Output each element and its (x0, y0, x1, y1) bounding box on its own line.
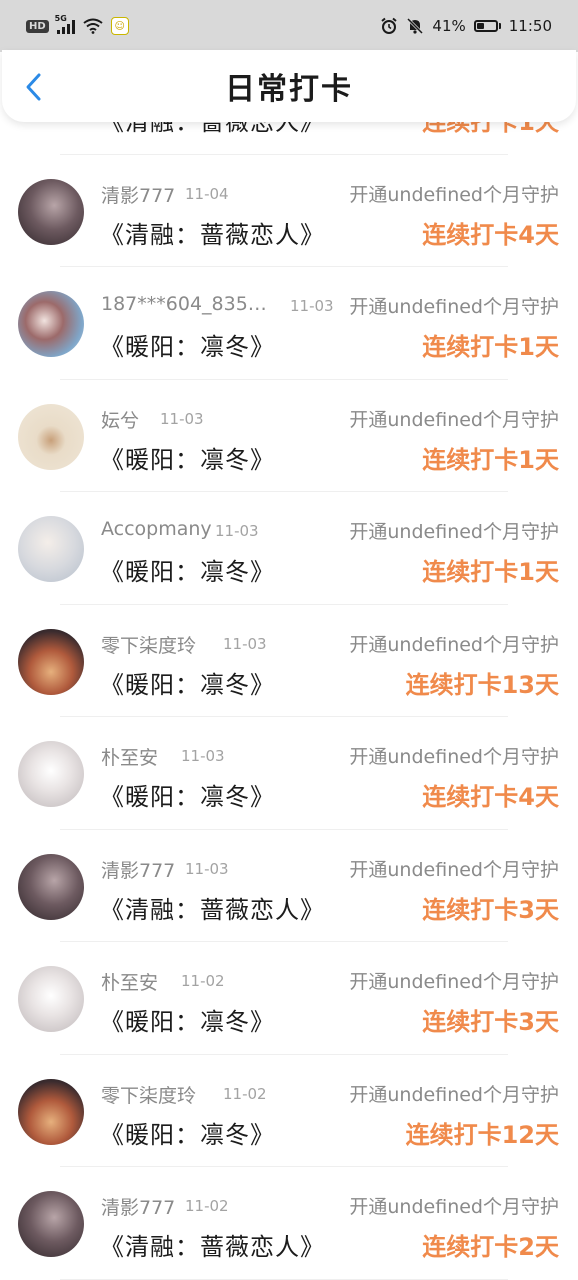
book-title[interactable]: 《暖阳：凛冬》 (100, 327, 275, 362)
book-title[interactable]: 《暖阳：凛冬》 (100, 1115, 275, 1150)
app-notification-icon: ☺ (110, 17, 129, 35)
guard-status: 开通undefined个月守护 (349, 296, 559, 318)
guard-status: 开通undefined个月守护 (349, 858, 559, 881)
streak-label: 连续打卡13天 (405, 670, 559, 699)
battery-icon (473, 20, 501, 32)
book-title[interactable]: 《清融：蔷薇恋人》 (100, 215, 325, 250)
chevron-left-icon (26, 73, 41, 101)
book-title[interactable]: 《暖阳：凛冬》 (100, 665, 275, 700)
streak-label: 连续打卡1天 (422, 558, 559, 586)
guard-status: 开通undefined个月守护 (349, 1196, 559, 1218)
status-bar-left: HD 5G ☺ (26, 14, 129, 35)
avatar[interactable] (18, 853, 84, 920)
guard-status: 开通undefined个月守护 (349, 971, 559, 993)
avatar[interactable] (18, 966, 84, 1032)
list-item[interactable]: 妘兮 11-03 开通undefined个月守护《暖阳：凛冬》 连续打卡1天 (0, 380, 578, 492)
user-name: 朴至安 (101, 972, 159, 994)
book-title[interactable]: 《清融：蔷薇恋人》 (100, 890, 325, 925)
avatar[interactable] (18, 403, 84, 470)
streak-label: 连续打卡2天 (422, 1233, 559, 1261)
list-item[interactable]: 清影777 11-04 开通undefined个月守护《清融：蔷薇恋人》 连续打卡4天 (0, 155, 578, 267)
alarm-icon (381, 17, 398, 34)
checkin-date: 11-02 (185, 1197, 229, 1215)
checkin-date: 11-03 (215, 522, 259, 540)
page-title: 日常打卡 (225, 72, 353, 107)
list-item[interactable]: 零下柒度玲 11-02 开通undefined个月守护《暖阳：凛冬》 连续打卡12天 (0, 1055, 578, 1167)
page-header: 日常打卡 (2, 50, 576, 122)
guard-status: 开通undefined个月守护 (349, 746, 559, 768)
checkin-date: 11-03 (185, 859, 229, 878)
streak-label: 连续打卡3天 (422, 895, 559, 924)
user-name: 妘兮 (101, 409, 140, 432)
user-name: 零下柒度玲 (101, 1084, 197, 1107)
checkin-list[interactable]: 《清融：蔷薇恋人》 连续打卡1天 清影777 11-04 开通undefined个月守护… (0, 42, 578, 1280)
user-name: 清影777 (101, 1197, 176, 1219)
avatar[interactable] (18, 291, 84, 357)
checkin-date: 11-02 (181, 972, 225, 990)
user-name: 187***604_83584··· (101, 293, 271, 315)
streak-label: 连续打卡1天 (422, 333, 559, 361)
avatar[interactable] (18, 741, 84, 807)
hd-icon: HD (26, 19, 49, 33)
list-item[interactable]: 187***604_83584··· 11-03 开通undefined个月守护《暖… (0, 267, 578, 380)
list-item[interactable]: 朴至安 11-02 开通undefined个月守护《暖阳：凛冬》 连续打卡3天 (0, 942, 578, 1055)
streak-label: 连续打卡12天 (405, 1120, 559, 1149)
avatar[interactable] (18, 1191, 84, 1257)
user-name: 零下柒度玲 (101, 634, 197, 657)
guard-status: 开通undefined个月守护 (349, 408, 559, 431)
book-title[interactable]: 《暖阳：凛冬》 (100, 1002, 275, 1037)
checkin-date: 11-04 (185, 184, 229, 203)
book-title[interactable]: 《暖阳：凛冬》 (100, 552, 275, 587)
user-name: Accopmany (101, 518, 212, 540)
avatar[interactable] (18, 516, 84, 582)
checkin-date: 11-03 (160, 409, 204, 428)
checkin-date: 11-03 (290, 297, 334, 315)
guard-status: 开通undefined个月守护 (349, 521, 559, 543)
battery-percent: 41% (432, 17, 466, 35)
wifi-icon (83, 18, 103, 34)
book-title[interactable]: 《暖阳：凛冬》 (100, 777, 275, 812)
list-item[interactable]: 清影777 11-03 开通undefined个月守护《清融：蔷薇恋人》 连续打卡3天 (0, 830, 578, 942)
user-name: 朴至安 (101, 747, 159, 769)
avatar[interactable] (18, 628, 84, 695)
list-item[interactable]: 清影777 11-02 开通undefined个月守护《清融：蔷薇恋人》 连续打卡2天 (0, 1167, 578, 1280)
back-button[interactable] (20, 72, 46, 102)
signal-icon: 5G (55, 14, 75, 34)
streak-label: 连续打卡3天 (422, 1008, 559, 1036)
streak-label: 连续打卡4天 (422, 220, 559, 249)
guard-status: 开通undefined个月守护 (349, 183, 559, 206)
user-name: 清影777 (101, 184, 176, 207)
checkin-date: 11-03 (181, 747, 225, 765)
list-item[interactable]: 朴至安 11-03 开通undefined个月守护《暖阳：凛冬》 连续打卡4天 (0, 717, 578, 830)
book-title[interactable]: 《暖阳：凛冬》 (100, 440, 275, 475)
network-type: 5G (54, 14, 67, 23)
avatar[interactable] (18, 1078, 84, 1145)
user-name: 清影777 (101, 859, 176, 882)
mute-icon (407, 17, 424, 35)
divider (60, 1278, 508, 1280)
avatar[interactable] (18, 178, 84, 245)
status-bar-right: 41% 11:50 (380, 17, 552, 35)
list-item[interactable]: Accopmany 11-03 开通undefined个月守护《暖阳：凛冬》 连续打卡… (0, 492, 578, 605)
guard-status: 开通undefined个月守护 (349, 1083, 559, 1106)
streak-label: 连续打卡1天 (422, 445, 559, 474)
book-title[interactable]: 《清融：蔷薇恋人》 (100, 1227, 325, 1262)
guard-status: 开通undefined个月守护 (349, 633, 559, 656)
list-item[interactable]: 零下柒度玲 11-03 开通undefined个月守护《暖阳：凛冬》 连续打卡13天 (0, 605, 578, 717)
checkin-date: 11-02 (223, 1084, 267, 1103)
checkin-date: 11-03 (223, 634, 267, 653)
clock: 11:50 (508, 17, 552, 35)
streak-label: 连续打卡4天 (422, 783, 559, 811)
